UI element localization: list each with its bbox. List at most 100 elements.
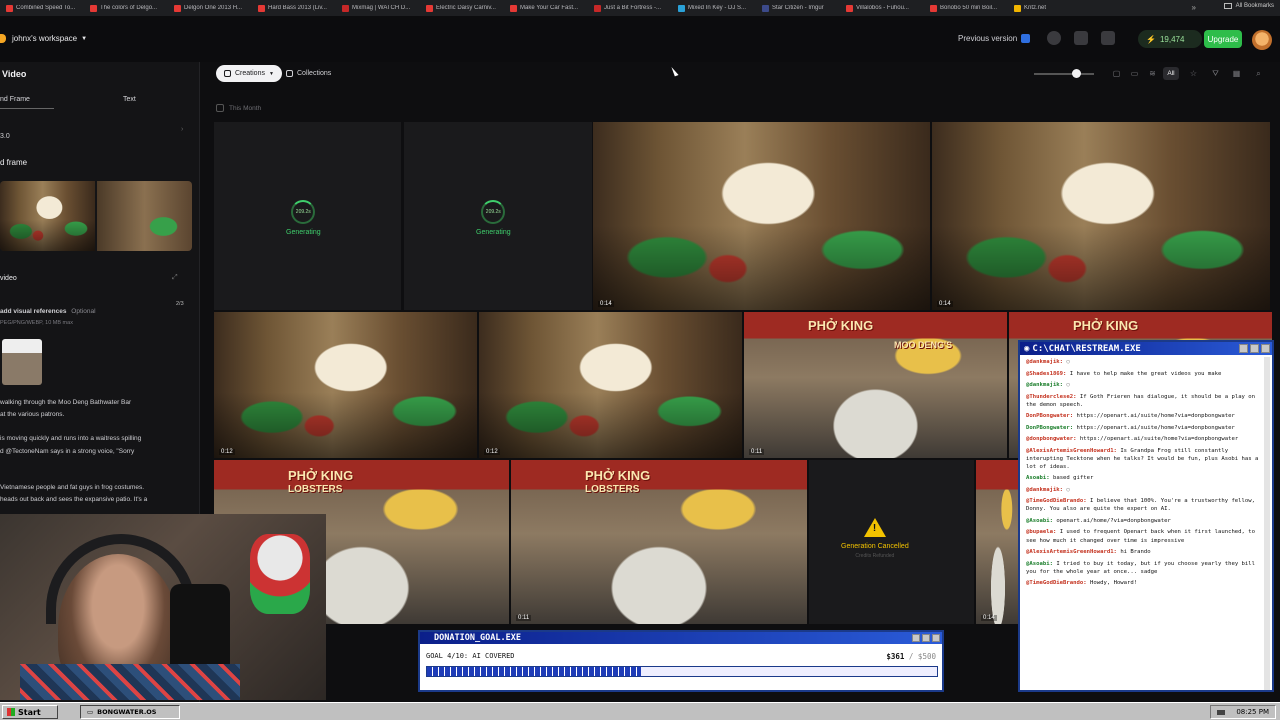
audio-filter-icon[interactable]: ≋ [1146, 67, 1159, 80]
maximize-button[interactable] [922, 634, 930, 642]
chat-message: @TimeGodDieBrando: I believe that 100%. … [1026, 497, 1262, 513]
video-icon[interactable] [1101, 31, 1115, 45]
chat-username[interactable]: @Shades1869: [1026, 371, 1066, 377]
start-end-frames[interactable] [0, 181, 192, 251]
workspace-switcher[interactable]: johnx's workspace ▼ [0, 34, 87, 43]
webcam-overlay [0, 514, 326, 700]
bookmark-item[interactable]: Star Citizen - Imgur [762, 4, 840, 12]
bookmark-item[interactable]: Delgon One 2013 H... [174, 4, 252, 12]
search-icon[interactable]: ⌕ [1252, 67, 1265, 80]
expand-icon[interactable]: ⤢ [172, 274, 178, 282]
bookmark-item[interactable]: Mixmag | WATCH D... [342, 4, 420, 12]
bookmark-item[interactable]: Electric Daisy Carniv... [426, 4, 504, 12]
more-bookmarks-button[interactable]: » [1192, 3, 1196, 12]
bookmark-item[interactable]: The colors of Delgo... [90, 4, 168, 12]
chat-username[interactable]: @bupaela: [1026, 529, 1056, 535]
chat-username[interactable]: DonPBongwater: [1026, 425, 1073, 431]
chat-text: ◌ [1066, 486, 1070, 493]
bookmark-item[interactable]: Hard Bass 2013 (Liv... [258, 4, 336, 12]
tab-frame[interactable]: nd Frame [0, 96, 30, 103]
credits-badge[interactable]: ⚡ 19,474 [1138, 30, 1202, 48]
bookmark-item[interactable]: Villalobos - Fuhou... [846, 4, 924, 12]
chat-username[interactable]: @Thunderclese2: [1026, 394, 1077, 400]
checkbox[interactable] [216, 104, 224, 112]
taskbar-item[interactable]: ▭ BONGWATER.OS [80, 705, 180, 719]
filter-icon[interactable]: ⛛ [1209, 67, 1222, 80]
folder-icon [286, 70, 293, 77]
bookmark-item[interactable]: Just a Bit Fortress -... [594, 4, 672, 12]
video-duration: 0:14 [937, 301, 953, 307]
chat-text: I tried to buy it today, but if you choo… [1026, 560, 1256, 575]
creations-tab[interactable]: Creations ▼ [216, 65, 282, 82]
chat-username[interactable]: @TimeGodDieBrando: [1026, 498, 1087, 504]
start-button[interactable]: Start [2, 705, 58, 719]
chat-scrollbar[interactable] [1264, 357, 1270, 690]
chat-text: I have to help make the great videos you… [1069, 370, 1222, 377]
start-frame-image[interactable] [0, 181, 95, 251]
video-thumbnail[interactable]: PHỞ KING LOBSTERS 0:11 [511, 460, 807, 624]
video-thumbnail[interactable]: 0:12 [214, 312, 477, 458]
minimize-button[interactable] [912, 634, 920, 642]
user-avatar[interactable] [1252, 30, 1272, 50]
chat-username[interactable]: DonPBongwater: [1026, 413, 1073, 419]
chat-message: @Shades1869: I have to help make the gre… [1026, 370, 1262, 378]
close-button[interactable] [1261, 344, 1270, 353]
video-thumbnail[interactable]: PHỞ KING MOO DENG'S 0:11 [744, 312, 1007, 458]
bookmark-item[interactable]: Mixed In Key - DJ S... [678, 4, 756, 12]
chat-username[interactable]: @dankmajik: [1026, 359, 1063, 365]
image-filter-icon[interactable]: ▢ [1110, 67, 1123, 80]
folder-icon [1223, 3, 1232, 9]
previous-version-link[interactable]: Previous version [958, 34, 1031, 43]
chat-username[interactable]: @AlexisArtemisGreenHoward1: [1026, 448, 1117, 454]
bookmark-item[interactable]: Bonobo 50 min Boil... [930, 4, 1008, 12]
all-filter-button[interactable]: All [1163, 67, 1179, 80]
chat-username[interactable]: @dankmajik: [1026, 382, 1063, 388]
generating-card[interactable]: 209.2s Generating [214, 122, 401, 310]
chat-username[interactable]: @TimeGodDieBrando: [1026, 580, 1087, 586]
reference-thumbnail[interactable] [2, 339, 42, 385]
discord-icon[interactable] [1074, 31, 1088, 45]
chat-username[interactable]: Asoabi: [1026, 475, 1050, 481]
frame-section-label: d frame [0, 158, 28, 167]
chat-username[interactable]: @Asoabi: [1026, 561, 1053, 567]
bookmark-item[interactable]: Make Your Car Fast... [510, 4, 588, 12]
zoom-slider-knob[interactable] [1072, 69, 1081, 78]
chat-message: @dankmajik: ◌ [1026, 381, 1262, 389]
close-button[interactable] [932, 634, 940, 642]
chat-username[interactable]: @Asoabi: [1026, 518, 1053, 524]
bookmark-favicon-icon [594, 4, 601, 12]
grid-icon[interactable]: ▦ [1230, 67, 1243, 80]
collections-tab[interactable]: Collections [278, 65, 339, 82]
all-bookmarks-folder[interactable]: All Bookmarks [1223, 3, 1274, 9]
chat-username[interactable]: @donpbongwater: [1026, 436, 1077, 442]
chat-username[interactable]: @AlexisArtemisGreenHoward1: [1026, 549, 1117, 555]
zoom-slider[interactable] [1034, 69, 1094, 78]
tab-text[interactable]: Text [123, 96, 136, 103]
video-filter-icon[interactable]: ▭ [1128, 67, 1141, 80]
video-thumbnail[interactable]: 0:14 [593, 122, 930, 310]
upgrade-button[interactable]: Upgrade [1204, 30, 1242, 48]
help-icon[interactable] [1047, 31, 1061, 45]
donation-titlebar[interactable]: DONATION_GOAL.EXE [420, 632, 942, 644]
plush-toy [250, 534, 310, 614]
chat-titlebar[interactable]: ◉ C:\CHAT\RESTREAM.EXE [1020, 342, 1272, 355]
goal-progress-bar [426, 666, 938, 677]
chat-username[interactable]: @dankmajik: [1026, 487, 1063, 493]
generating-card[interactable]: 209.2s Generating [404, 122, 592, 310]
this-month-filter[interactable]: This Month [216, 104, 261, 112]
video-thumbnail[interactable]: 0:12 [479, 312, 742, 458]
refs-count: 2/3 [176, 301, 184, 307]
model-select[interactable]: 3.0 [0, 133, 10, 140]
chat-message: @dankmajik: ◌ [1026, 358, 1262, 366]
minimize-button[interactable] [1239, 344, 1248, 353]
video-thumbnail[interactable]: 0:14 [976, 460, 1020, 624]
bookmark-favicon-icon [90, 4, 97, 12]
star-icon[interactable]: ☆ [1187, 67, 1200, 80]
video-thumbnail[interactable]: 0:14 [932, 122, 1270, 310]
goal-label: GOAL 4/10: AI COVERED [426, 652, 515, 660]
maximize-button[interactable] [1250, 344, 1259, 353]
bookmark-item[interactable]: Combined Speed To... [6, 4, 84, 12]
bookmark-item[interactable]: Kritz.net [1014, 4, 1092, 12]
end-frame-image[interactable] [97, 181, 192, 251]
cancelled-card[interactable]: ! Generation Cancelled Credits Refunded [809, 460, 974, 624]
